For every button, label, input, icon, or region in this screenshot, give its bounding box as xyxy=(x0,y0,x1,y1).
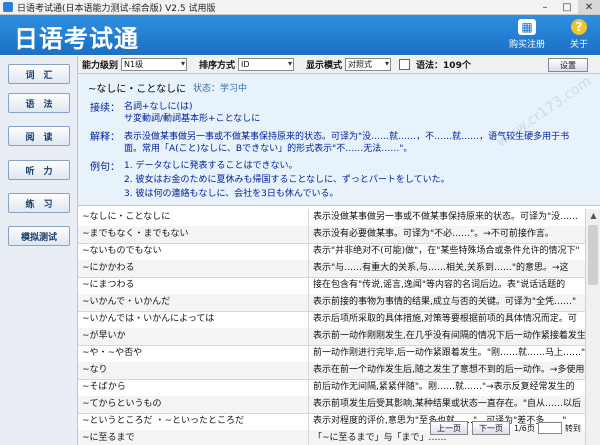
page-indicator: 1/6页 xyxy=(514,423,535,433)
settings-button[interactable]: 设置 xyxy=(548,58,588,72)
sort-select[interactable]: ID xyxy=(238,58,295,71)
example-label: 例句： xyxy=(90,162,120,173)
grammar-pattern: ~というところだ ・~といったところだ xyxy=(78,413,309,430)
grammar-meaning: 前一动作刚进行完毕,后一动作紧跟着发生。"刚……就……马上……" xyxy=(313,348,585,358)
level-select[interactable]: N1级 xyxy=(121,58,188,71)
sort-label: 排序方式 xyxy=(199,61,236,71)
pagination: 上一页 下一页 1/6页 转到 xyxy=(430,421,582,435)
grammar-meaning: 接在包含有"传说,谣言,逸闻"等内容的名词后边。表"说话话题的 xyxy=(313,280,566,290)
table-row[interactable]: ~いかんで・いかんだ 表示前接的事物为事情的结果,成立与否的关键。可译为"全凭……… xyxy=(78,294,585,312)
grammar-meaning: 表示前项发生后受其影响,某种结果或状态一直存在。"自从……以后 xyxy=(313,399,582,409)
table-row[interactable]: ~なり 表示在前一个动作发生后,随之发生了意想不到的后一动作。→多使用 xyxy=(78,362,585,380)
prev-page-button[interactable]: 上一页 xyxy=(430,421,468,435)
grammar-pattern: ~なしに・ことなしに xyxy=(78,209,309,226)
grammar-meaning: 前后动作无间隔,紧紧伴随"。刚……就……"→表示反复经常发生的 xyxy=(313,382,575,392)
title-bar: 日语考试通(日本语能力测试-综合版) V2.5 试用版 – □ ✕ xyxy=(0,0,600,15)
grammar-pattern: ~なり xyxy=(78,362,309,379)
table-row[interactable]: ~ないものでもない 表示"并非绝对不(可能)做"，在"某些特殊场合或条件允许的情况… xyxy=(78,243,585,261)
explain-label: 解释： xyxy=(90,132,120,143)
cart-icon: ▦ xyxy=(518,19,536,35)
scroll-up-icon[interactable]: ▲ xyxy=(586,209,600,223)
grammar-meaning: 表示前一动作刚刚发生,在几乎没有间隔的情况下后一动作紧接着发生 xyxy=(313,331,585,341)
grammar-meaning: 表示后项所采取的具体措施,对策等要根据前项的具体情况而定。可 xyxy=(313,314,577,324)
scroll-thumb[interactable] xyxy=(588,225,598,285)
minimize-button[interactable]: – xyxy=(534,0,556,14)
example-sentence: 3. 彼は何の連絡もなしに、会社を3日も休んでいる。 xyxy=(124,189,339,199)
display-checkbox[interactable] xyxy=(399,59,411,70)
about-label: 关于 xyxy=(569,40,588,50)
table-row[interactable]: ~までもなく・までもない 表示没有必要做某事。可译为"不必……"。→不可前接作言。 xyxy=(78,226,585,244)
about-button[interactable]: ? 关于 xyxy=(560,19,598,53)
nav-listening[interactable]: 听 力 xyxy=(8,160,70,180)
table-row[interactable]: ~てからというもの 表示前项发生后受其影响,某种结果或状态一直存在。"自从……以后 xyxy=(78,396,585,414)
grammar-meaning: 表示"并非绝对不(可能)做"，在"某些特殊场合或条件允许的情况下" xyxy=(313,246,580,256)
next-page-button[interactable]: 下一页 xyxy=(472,421,510,435)
grammar-pattern: ~や・~や否や xyxy=(78,345,309,362)
grammar-pattern: ~てからというもの xyxy=(78,396,309,413)
connect-label: 接续： xyxy=(90,103,120,114)
connect-line: サ変動詞/動詞基本形+ことなしに xyxy=(124,114,261,124)
app-header: 日语考试通 ▦ 购买注册 ? 关于 xyxy=(0,15,600,55)
jump-label[interactable]: 转到 xyxy=(565,423,581,434)
page-jump-input[interactable] xyxy=(537,422,562,434)
grammar-meaning: 表示没做某事做另一事或不做某事保持原来的状态。可译为"没…… xyxy=(313,212,579,222)
table-row[interactable]: ~が早いか 表示前一动作刚刚发生,在几乎没有间隔的情况下后一动作紧接着发生 xyxy=(78,328,585,346)
help-icon: ? xyxy=(571,19,587,35)
grammar-list: ~なしに・ことなしに 表示没做某事做另一事或不做某事保持原来的状态。可译为"没……… xyxy=(78,209,585,445)
table-row[interactable]: ~や・~や否や 前一动作刚进行完毕,后一动作紧跟着发生。"刚……就……马上……" xyxy=(78,345,585,363)
buy-register-button[interactable]: ▦ 购买注册 xyxy=(508,19,546,53)
grammar-pattern: ~にまつわる xyxy=(78,277,309,294)
maximize-button[interactable]: □ xyxy=(556,0,578,14)
grammar-pattern: ~いかんでは・いかんによっては xyxy=(78,311,309,328)
grammar-pattern: ~いかんで・いかんだ xyxy=(78,294,309,311)
nav-vocabulary[interactable]: 词 汇 xyxy=(8,64,70,84)
table-row[interactable]: ~いかんでは・いかんによっては 表示后项所采取的具体措施,对策等要根据前项的具体情… xyxy=(78,311,585,329)
app-icon xyxy=(3,2,13,12)
table-row[interactable]: ~にまつわる 接在包含有"传说,谣言,逸闻"等内容的名词后边。表"说话话题的 xyxy=(78,277,585,295)
display-label: 显示模式 xyxy=(306,61,343,71)
grammar-pattern: ~そばから xyxy=(78,379,309,396)
sidebar: 词 汇 语 法 阅 读 听 力 练 习 模拟测试 xyxy=(0,56,78,445)
grammar-meaning: 表示在前一个动作发生后,随之发生了意想不到的后一动作。→多使用 xyxy=(313,365,585,375)
grammar-pattern: ~ないものでもない xyxy=(78,243,309,260)
grammar-count: 语法：109个 xyxy=(416,61,471,71)
buy-register-label: 购买注册 xyxy=(508,40,545,50)
level-label: 能力级别 xyxy=(82,61,119,71)
grammar-meaning: 表示没有必要做某事。可译为"不必……"。→不可前接作言。 xyxy=(313,229,554,239)
app-title: 日语考试通 xyxy=(14,25,139,53)
grammar-title: ~なしに・ことなしに xyxy=(88,84,187,95)
explain-line: 面。常用「A(こと)なしに、Bできない」的形式表示"不……无法……"。 xyxy=(124,144,413,154)
table-row[interactable]: ~そばから 前后动作无间隔,紧紧伴随"。刚……就……"→表示反复经常发生的 xyxy=(78,379,585,397)
grammar-detail-panel: ~なしに・ことなしに 状态：学习中 接续： 名詞+なしに(は) サ変動詞/動詞基… xyxy=(78,73,600,206)
nav-practice[interactable]: 练 习 xyxy=(8,193,70,213)
grammar-pattern: ~までもなく・までもない xyxy=(78,226,309,243)
table-row[interactable]: ~にかかわる 表示"与……有重大的关系,与……相关,关系到……"的意思。→这 xyxy=(78,260,585,278)
example-sentence: 2. 彼女はお金のために夏休みも帰国することなしに、ずっとパートをしていた。 xyxy=(124,175,450,185)
grammar-pattern: ~に至るまで xyxy=(78,430,309,445)
study-status: 状态：学习中 xyxy=(193,84,248,94)
close-button[interactable]: ✕ xyxy=(578,0,600,14)
nav-mock-test[interactable]: 模拟测试 xyxy=(8,226,70,246)
table-row[interactable]: ~なしに・ことなしに 表示没做某事做另一事或不做某事保持原来的状态。可译为"没…… xyxy=(78,209,585,227)
grammar-pattern: ~が早いか xyxy=(78,328,309,345)
filter-toolbar: 能力级别 N1级 排序方式 ID 显示模式 对照式 语法：109个 设置 xyxy=(78,56,600,74)
nav-reading[interactable]: 阅 读 xyxy=(8,126,70,146)
grammar-meaning: 表示"与……有重大的关系,与……相关,关系到……"的意思。→这 xyxy=(313,263,569,273)
display-select[interactable]: 对照式 xyxy=(345,58,392,71)
grammar-meaning: 表示前接的事物为事情的结果,成立与否的关键。可译为"全凭……" xyxy=(313,297,577,307)
window-title: 日语考试通(日本语能力测试-综合版) V2.5 试用版 xyxy=(17,3,216,14)
list-scrollbar[interactable]: ▲ xyxy=(585,209,600,445)
example-sentence: 1. データなしに発表することはできない。 xyxy=(124,161,298,171)
grammar-pattern: ~にかかわる xyxy=(78,260,309,277)
nav-grammar[interactable]: 语 法 xyxy=(8,93,70,113)
